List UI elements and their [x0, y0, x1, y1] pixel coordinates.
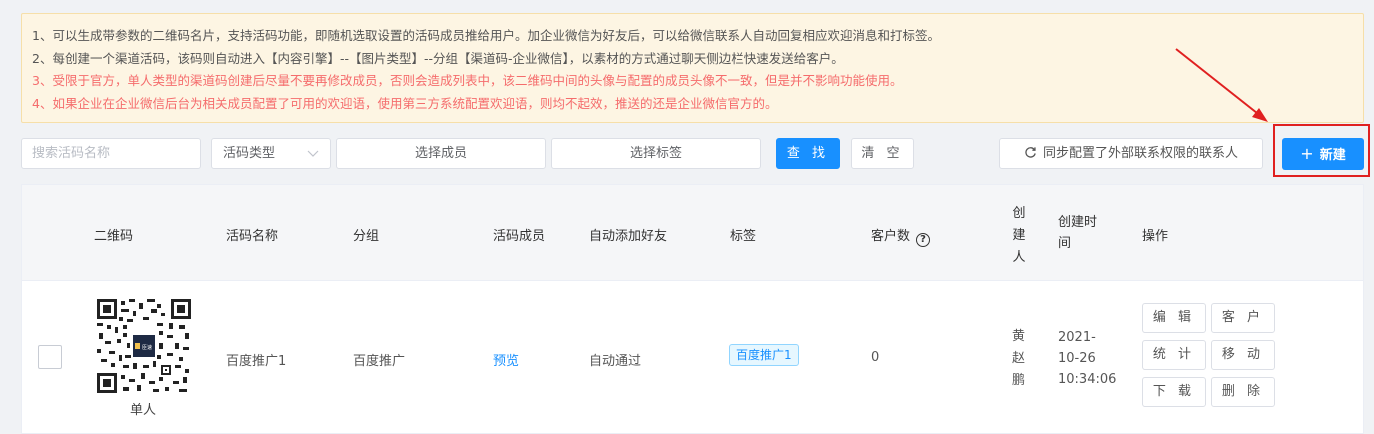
cell-customers: 0 — [871, 350, 880, 365]
help-icon[interactable]: ? — [916, 233, 931, 247]
cell-date-line2: 10-26 — [1058, 351, 1096, 366]
qrcode-image[interactable]: 臣速 — [97, 299, 191, 393]
table-header: 二维码 活码名称 分组 活码成员 自动添加好友 标签 客户数? 创建人 创建时 … — [22, 185, 1363, 281]
cell-group: 百度推广 — [353, 354, 406, 369]
qrcode-type-label: 单人 — [130, 403, 157, 418]
row-checkbox[interactable] — [38, 345, 62, 369]
edit-button[interactable]: 编 辑 — [1142, 303, 1206, 333]
header-customers-label: 客户数 — [871, 229, 911, 244]
download-button[interactable]: 下 载 — [1142, 377, 1206, 407]
qrcode-center-text: 臣速 — [142, 345, 152, 351]
preview-members-link[interactable]: 预览 — [493, 350, 519, 369]
header-qrcode: 二维码 — [94, 229, 134, 244]
stats-button[interactable]: 统 计 — [1142, 340, 1206, 370]
tag-badge: 百度推广1 — [729, 344, 799, 366]
header-created-at-line1: 创建时 — [1058, 215, 1098, 230]
cell-creator: 黄赵鹏 — [1012, 329, 1026, 388]
header-created-at: 创建时 间 — [1058, 212, 1097, 254]
header-created-at-line2: 间 — [1058, 236, 1072, 251]
cell-name: 百度推广1 — [226, 354, 287, 369]
header-tags: 标签 — [730, 229, 757, 244]
header-customers: 客户数? — [871, 225, 931, 247]
delete-button[interactable]: 删 除 — [1211, 377, 1275, 407]
header-members: 活码成员 — [493, 229, 546, 244]
cell-time: 10:34:06 — [1058, 372, 1117, 387]
header-creator: 创建人 — [1012, 203, 1028, 269]
customer-button[interactable]: 客 户 — [1211, 303, 1275, 333]
move-button[interactable]: 移 动 — [1211, 340, 1275, 370]
cell-auto-add: 自动通过 — [589, 354, 642, 369]
header-auto-add: 自动添加好友 — [589, 229, 668, 244]
header-name: 活码名称 — [226, 229, 279, 244]
header-creator-label: 创建人 — [1012, 206, 1026, 265]
header-group: 分组 — [353, 229, 380, 244]
cell-date-line1: 2021- — [1058, 330, 1096, 345]
cell-created-at: 2021- 10-26 10:34:06 — [1058, 327, 1116, 390]
qrcode-table: 二维码 活码名称 分组 活码成员 自动添加好友 标签 客户数? 创建人 创建时 … — [21, 184, 1364, 434]
header-actions: 操作 — [1142, 229, 1169, 244]
